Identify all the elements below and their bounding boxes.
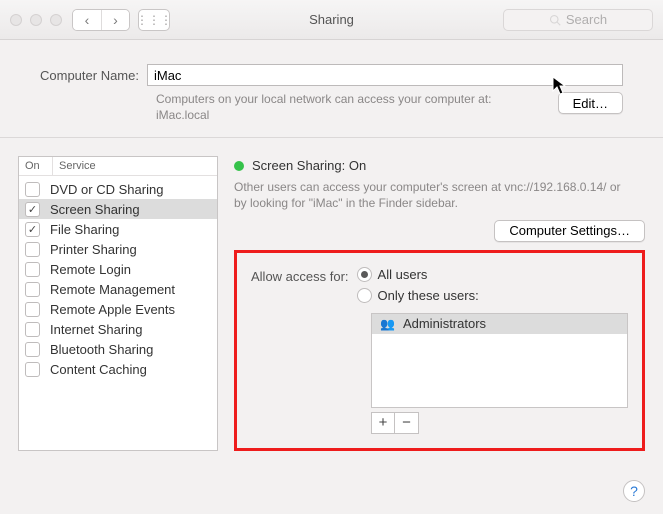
service-checkbox[interactable] [25, 242, 40, 257]
computer-name-hint-line1: Computers on your local network can acce… [156, 92, 558, 108]
service-label: File Sharing [50, 222, 119, 237]
window-controls [10, 14, 62, 26]
service-row[interactable]: Content Caching [19, 359, 217, 379]
service-label: Remote Management [50, 282, 175, 297]
users-icon: 👥 [380, 317, 395, 331]
titlebar: ‹ › ⋮⋮⋮ Sharing Search [0, 0, 663, 40]
service-checkbox[interactable] [25, 222, 40, 237]
forward-button[interactable]: › [101, 10, 129, 30]
minimize-window-icon[interactable] [30, 14, 42, 26]
service-row[interactable]: Remote Management [19, 279, 217, 299]
services-list: On Service DVD or CD Sharing Screen Shari… [18, 156, 218, 450]
main-area: On Service DVD or CD Sharing Screen Shari… [0, 138, 663, 468]
computer-name-hint-line2: iMac.local [156, 108, 558, 124]
service-row[interactable]: Bluetooth Sharing [19, 339, 217, 359]
add-user-button[interactable]: + [371, 412, 395, 434]
radio-icon [357, 267, 372, 282]
access-radio-all-users[interactable]: All users [357, 267, 479, 282]
service-row[interactable]: File Sharing [19, 219, 217, 239]
service-row[interactable]: Printer Sharing [19, 239, 217, 259]
search-placeholder: Search [566, 12, 607, 27]
access-radio-only-label: Only these users: [378, 288, 479, 303]
access-radio-all-label: All users [378, 267, 428, 282]
bottom-bar: ? [0, 469, 663, 514]
chevron-right-icon: › [113, 12, 118, 28]
computer-settings-button[interactable]: Computer Settings… [494, 220, 645, 242]
status-description: Other users can access your computer's s… [234, 179, 634, 211]
nav-back-forward: ‹ › [72, 9, 130, 31]
radio-icon [357, 288, 372, 303]
service-row[interactable]: Remote Login [19, 259, 217, 279]
access-section: Allow access for: All users Only these u… [234, 250, 645, 451]
computer-name-label: Computer Name: [40, 68, 139, 83]
show-all-button[interactable]: ⋮⋮⋮ [138, 9, 170, 31]
service-label: Remote Login [50, 262, 131, 277]
status-title: Screen Sharing: On [252, 158, 366, 173]
service-row[interactable]: DVD or CD Sharing [19, 179, 217, 199]
service-row[interactable]: Remote Apple Events [19, 299, 217, 319]
service-checkbox[interactable] [25, 342, 40, 357]
access-radio-only-users[interactable]: Only these users: [357, 288, 479, 303]
zoom-window-icon[interactable] [50, 14, 62, 26]
service-label: Content Caching [50, 362, 147, 377]
service-label: Internet Sharing [50, 322, 143, 337]
access-label: Allow access for: [251, 267, 349, 284]
service-label: Printer Sharing [50, 242, 137, 257]
service-row[interactable]: Internet Sharing [19, 319, 217, 339]
status-indicator-icon [234, 161, 244, 171]
service-label: DVD or CD Sharing [50, 182, 163, 197]
search-field[interactable]: Search [503, 9, 653, 31]
service-label: Bluetooth Sharing [50, 342, 153, 357]
service-checkbox[interactable] [25, 202, 40, 217]
back-button[interactable]: ‹ [73, 10, 101, 30]
services-header: On Service [19, 157, 217, 176]
service-row[interactable]: Screen Sharing [19, 199, 217, 219]
service-checkbox[interactable] [25, 322, 40, 337]
service-label: Screen Sharing [50, 202, 140, 217]
computer-name-input[interactable] [147, 64, 623, 86]
service-label: Remote Apple Events [50, 302, 175, 317]
service-checkbox[interactable] [25, 282, 40, 297]
allowed-users-list[interactable]: 👥 Administrators [371, 313, 628, 408]
service-checkbox[interactable] [25, 182, 40, 197]
help-button[interactable]: ? [623, 480, 645, 502]
remove-user-button[interactable]: − [395, 412, 419, 434]
service-checkbox[interactable] [25, 302, 40, 317]
chevron-left-icon: ‹ [85, 12, 90, 28]
search-icon [549, 14, 561, 26]
edit-button[interactable]: Edit… [558, 92, 623, 114]
services-col-service[interactable]: Service [53, 157, 217, 175]
close-window-icon[interactable] [10, 14, 22, 26]
service-checkbox[interactable] [25, 262, 40, 277]
list-item[interactable]: 👥 Administrators [372, 314, 627, 334]
grid-icon: ⋮⋮⋮ [136, 13, 172, 27]
computer-name-panel: Computer Name: Computers on your local n… [0, 40, 663, 138]
service-detail: Screen Sharing: On Other users can acces… [234, 156, 645, 450]
help-icon: ? [630, 483, 638, 499]
service-checkbox[interactable] [25, 362, 40, 377]
user-label: Administrators [403, 316, 486, 331]
services-col-on[interactable]: On [19, 157, 53, 175]
